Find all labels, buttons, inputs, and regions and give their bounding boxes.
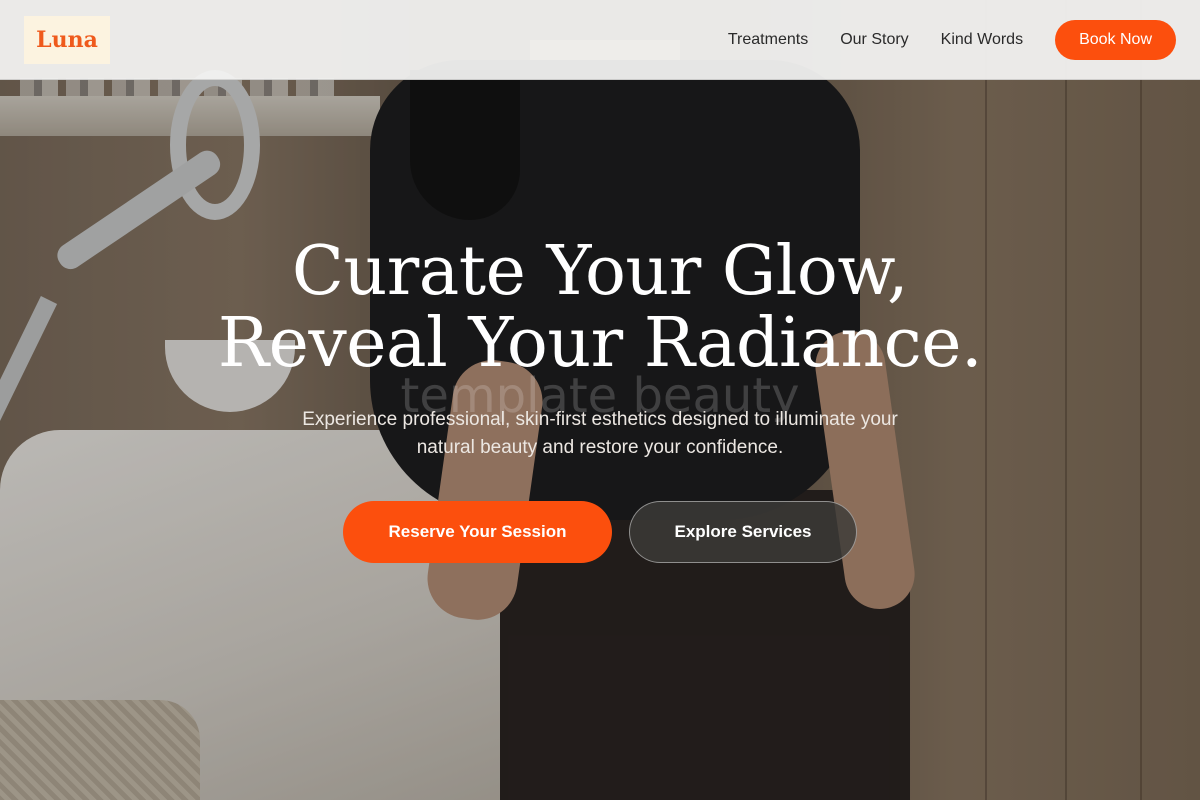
hero-subtitle-line-1: Experience professional, skin-first esth…	[302, 409, 898, 430]
hero-title-line-1: Curate Your Glow,	[291, 232, 909, 311]
explore-services-button[interactable]: Explore Services	[629, 501, 857, 563]
nav-link-kind-words[interactable]: Kind Words	[941, 31, 1023, 49]
nav-links: Treatments Our Story Kind Words Book Now	[696, 19, 1176, 60]
nav-link-treatments[interactable]: Treatments	[728, 31, 808, 49]
book-now-button[interactable]: Book Now	[1055, 19, 1176, 60]
brand-logo[interactable]: Luna	[24, 15, 110, 64]
hero-subtitle: Experience professional, skin-first esth…	[250, 406, 950, 462]
nav-link-our-story[interactable]: Our Story	[840, 31, 908, 49]
top-navbar: Luna Treatments Our Story Kind Words Boo…	[0, 0, 1200, 80]
hero-subtitle-line-2: natural beauty and restore your confiden…	[416, 437, 784, 458]
hero-title: Curate Your Glow, Reveal Your Radiance.	[0, 236, 1200, 380]
reserve-session-button[interactable]: Reserve Your Session	[343, 501, 612, 563]
